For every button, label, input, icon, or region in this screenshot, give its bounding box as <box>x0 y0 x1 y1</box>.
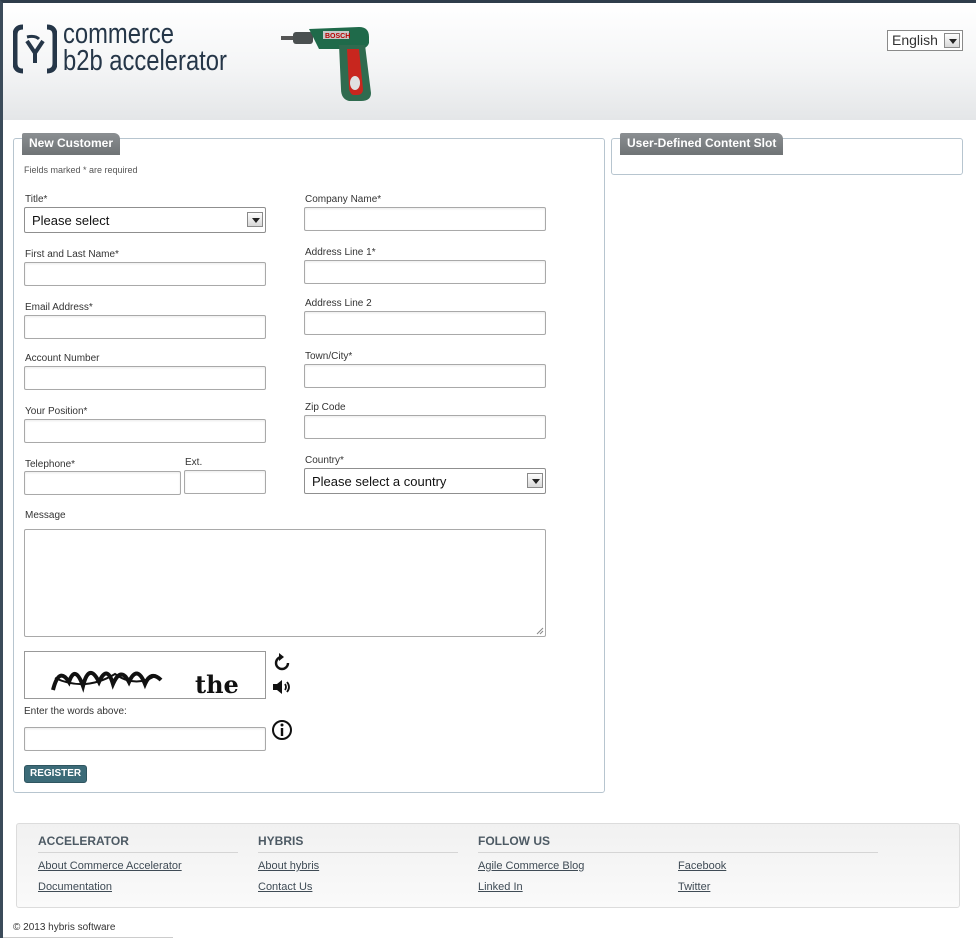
address2-label: Address Line 2 <box>305 298 372 309</box>
town-label: Town/City* <box>305 351 353 362</box>
company-label: Company Name* <box>305 194 382 205</box>
panel-title: New Customer <box>22 133 121 155</box>
site-header: commerce b2b accelerator BOSCH English <box>3 3 976 120</box>
captcha-prompt: Enter the words above: <box>24 706 127 717</box>
address2-input[interactable] <box>304 311 546 335</box>
message-textarea[interactable] <box>24 529 546 637</box>
footer-follow-heading: FOLLOW US <box>478 834 550 848</box>
copyright-text: © 2013 hybris software <box>13 922 116 933</box>
register-button[interactable]: REGISTER <box>24 765 88 783</box>
captcha-image: snaghn the <box>24 651 266 699</box>
email-input[interactable] <box>24 315 266 339</box>
chevron-down-icon <box>944 33 960 48</box>
account-input[interactable] <box>24 366 266 390</box>
telephone-input[interactable] <box>24 471 181 495</box>
link-about-hybris[interactable]: About hybris <box>258 860 319 872</box>
chevron-down-icon <box>527 473 543 488</box>
title-select[interactable]: Please select <box>24 207 266 233</box>
telephone-label: Telephone* <box>25 459 76 470</box>
position-label: Your Position* <box>25 406 88 417</box>
address1-input[interactable] <box>304 260 546 284</box>
captcha-input[interactable] <box>24 727 266 751</box>
captcha-word-2: the <box>195 670 239 699</box>
country-label: Country* <box>305 455 344 466</box>
language-select[interactable]: English <box>887 30 963 51</box>
resize-handle-icon[interactable] <box>536 627 544 635</box>
link-documentation[interactable]: Documentation <box>38 881 112 893</box>
link-facebook[interactable]: Facebook <box>678 860 726 872</box>
position-input[interactable] <box>24 419 266 443</box>
required-note: Fields marked * are required <box>24 165 138 175</box>
zip-input[interactable] <box>304 415 546 439</box>
address1-label: Address Line 1* <box>305 247 376 258</box>
country-select[interactable]: Please select a country <box>304 468 546 494</box>
link-linked-in[interactable]: Linked In <box>478 881 523 893</box>
footer-hybris-heading: HYBRIS <box>258 834 304 848</box>
zip-label: Zip Code <box>305 402 346 413</box>
ext-input[interactable] <box>184 470 266 494</box>
link-twitter[interactable]: Twitter <box>678 881 710 893</box>
site-logo[interactable]: commerce b2b accelerator <box>12 18 263 77</box>
link-about-commerce-accelerator[interactable]: About Commerce Accelerator <box>38 860 182 872</box>
title-label: Title* <box>25 194 48 205</box>
message-label: Message <box>25 510 66 521</box>
audio-captcha-icon[interactable] <box>271 676 293 698</box>
name-input[interactable] <box>24 262 266 286</box>
logo-text: commerce b2b accelerator <box>63 18 227 77</box>
svg-text:BOSCH: BOSCH <box>325 33 350 40</box>
refresh-captcha-icon[interactable] <box>271 652 293 674</box>
new-customer-panel: New Customer Fields marked * are require… <box>13 133 605 793</box>
account-label: Account Number <box>25 353 100 364</box>
link-agile-commerce-blog[interactable]: Agile Commerce Blog <box>478 860 584 872</box>
footer-accelerator-heading: ACCELERATOR <box>38 834 129 848</box>
site-footer: ACCELERATOR About Commerce Accelerator D… <box>16 823 960 908</box>
info-icon[interactable] <box>271 719 293 741</box>
link-contact-us[interactable]: Contact Us <box>258 881 312 893</box>
ext-label: Ext. <box>185 457 203 468</box>
logo-mark-icon <box>12 23 58 74</box>
company-input[interactable] <box>304 207 546 231</box>
product-drill-image: BOSCH <box>281 27 371 101</box>
name-label: First and Last Name* <box>25 249 119 260</box>
email-label: Email Address* <box>25 302 93 313</box>
town-input[interactable] <box>304 364 546 388</box>
content-slot-panel: User-Defined Content Slot <box>611 133 963 175</box>
chevron-down-icon <box>247 212 263 227</box>
panel-title: User-Defined Content Slot <box>620 133 784 155</box>
